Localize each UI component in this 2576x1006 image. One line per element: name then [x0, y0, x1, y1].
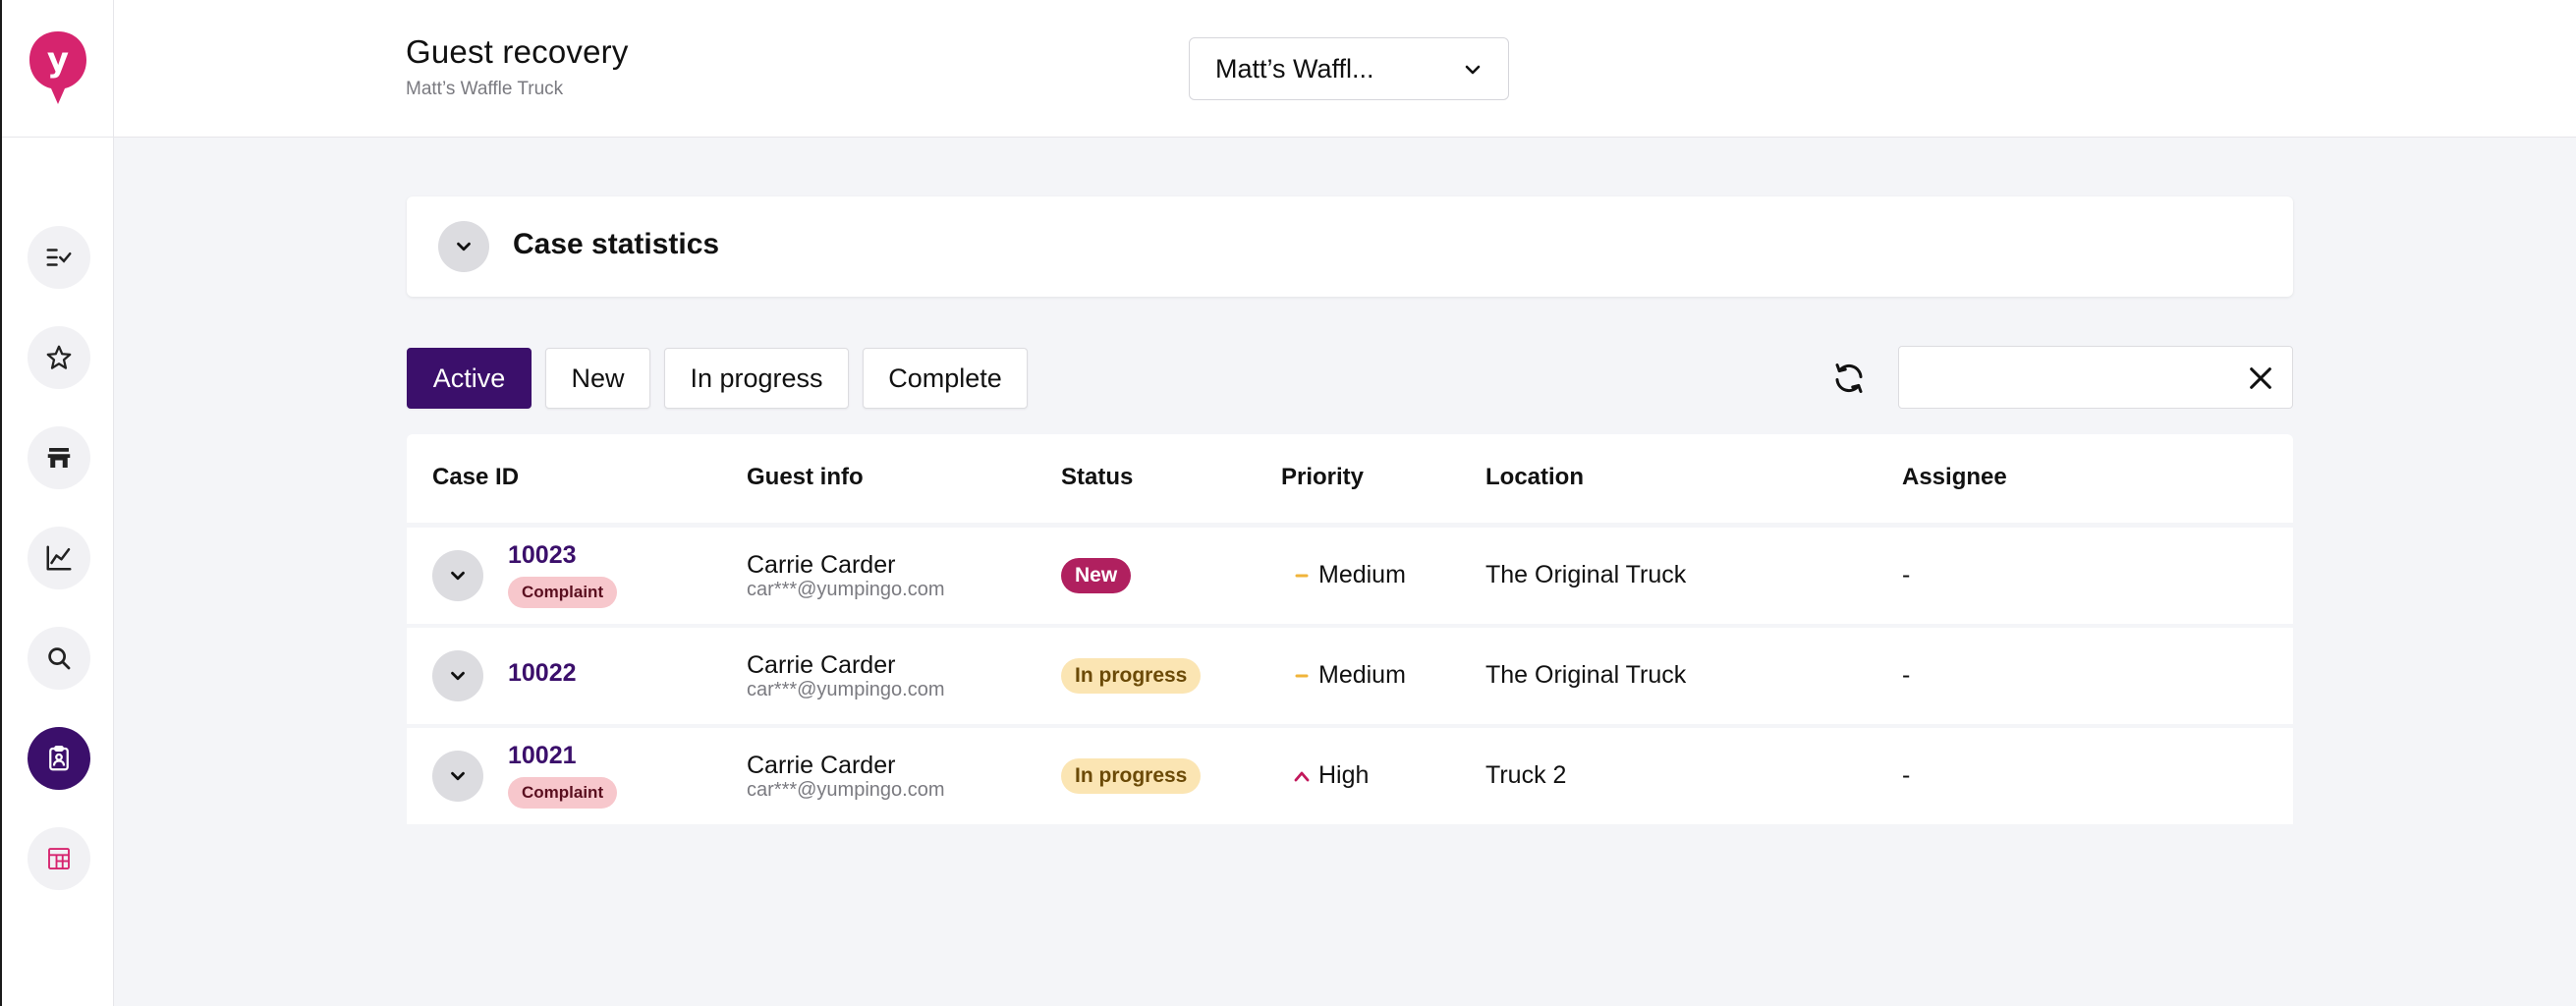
- nav-search-button[interactable]: [28, 627, 90, 690]
- row-expand-toggle[interactable]: [432, 550, 483, 601]
- complaint-tag: Complaint: [508, 777, 618, 809]
- nav-reports-button[interactable]: [28, 827, 90, 890]
- calendar-table-icon: [48, 848, 70, 869]
- guest-email: car***@yumpingo.com: [747, 779, 945, 801]
- nav-locations-button[interactable]: [28, 426, 90, 489]
- page-header: Guest recovery Matt’s Waffle Truck Matt’…: [114, 0, 2576, 138]
- complaint-tag: Complaint: [508, 577, 618, 608]
- chevron-down-icon: [451, 571, 465, 581]
- chevron-down-icon: [451, 771, 465, 781]
- location-select[interactable]: Matt’s Waffl...: [1189, 37, 1509, 100]
- location-cell: The Original Truck: [1485, 561, 1687, 588]
- guest-name: Carrie Carder: [747, 752, 896, 779]
- refresh-button[interactable]: [1825, 354, 1873, 403]
- column-header-guest-info[interactable]: Guest info: [747, 464, 864, 491]
- guest-email: car***@yumpingo.com: [747, 679, 945, 700]
- priority-label: High: [1318, 761, 1370, 789]
- status-badge: New: [1061, 558, 1132, 593]
- priority-medium-icon: [1295, 674, 1309, 678]
- clipboard-user-icon: [49, 746, 69, 771]
- store-icon: [47, 448, 71, 468]
- page-title: Guest recovery: [406, 33, 629, 70]
- table-row[interactable]: 10023 Complaint Carrie Carder car***@yum…: [407, 528, 2293, 624]
- guest-email: car***@yumpingo.com: [747, 579, 945, 600]
- nav-tasks-button[interactable]: [28, 226, 90, 289]
- status-badge: In progress: [1061, 758, 1202, 794]
- column-header-location[interactable]: Location: [1485, 464, 1584, 491]
- nav-guest-recovery-button[interactable]: [28, 727, 90, 790]
- priority-label: Medium: [1318, 561, 1406, 588]
- guest-name: Carrie Carder: [747, 651, 896, 679]
- column-header-case-id[interactable]: Case ID: [432, 464, 519, 491]
- chevron-down-icon: [1465, 65, 1481, 75]
- status-badge: In progress: [1061, 658, 1202, 694]
- case-id-link[interactable]: 10023: [508, 541, 577, 570]
- column-header-status[interactable]: Status: [1061, 464, 1133, 491]
- row-expand-toggle[interactable]: [432, 650, 483, 701]
- location-cell: The Original Truck: [1485, 661, 1687, 689]
- row-expand-toggle[interactable]: [432, 751, 483, 802]
- table-row[interactable]: 10022 Carrie Carder car***@yumpingo.com …: [407, 628, 2293, 724]
- svg-text:y: y: [47, 40, 69, 80]
- priority-high-icon: [1294, 771, 1310, 782]
- chart-icon: [46, 545, 72, 571]
- table-header: Case ID Guest info Status Priority Locat…: [407, 434, 2293, 523]
- case-statistics-title: Case statistics: [513, 228, 720, 260]
- chevron-down-icon: [451, 671, 465, 681]
- nav-reviews-button[interactable]: [28, 326, 90, 389]
- location-cell: Truck 2: [1485, 761, 1567, 789]
- close-icon[interactable]: [2247, 364, 2274, 392]
- chevron-down-icon: [457, 242, 471, 252]
- checklist-icon: [46, 249, 72, 266]
- sidebar: y: [0, 0, 114, 1006]
- tab-new[interactable]: New: [545, 348, 650, 409]
- priority-label: Medium: [1318, 661, 1406, 689]
- assignee-cell: -: [1902, 761, 1911, 789]
- brand-logo[interactable]: y: [28, 29, 88, 108]
- cases-table: Case ID Guest info Status Priority Locat…: [407, 434, 2293, 829]
- guest-name: Carrie Carder: [747, 551, 896, 579]
- assignee-cell: -: [1902, 661, 1911, 689]
- case-statistics-toggle[interactable]: [438, 221, 489, 272]
- search-input[interactable]: [1911, 357, 2225, 400]
- assignee-cell: -: [1902, 561, 1911, 588]
- case-statistics-card: Case statistics: [407, 196, 2293, 297]
- tab-in-progress[interactable]: In progress: [664, 348, 849, 409]
- priority-medium-icon: [1295, 574, 1309, 578]
- case-id-link[interactable]: 10021: [508, 742, 577, 770]
- tab-active[interactable]: Active: [407, 348, 532, 409]
- column-header-assignee[interactable]: Assignee: [1902, 464, 2007, 491]
- tab-complete[interactable]: Complete: [863, 348, 1028, 409]
- search-icon: [48, 647, 71, 670]
- star-icon: [46, 345, 72, 369]
- table-row[interactable]: 10021 Complaint Carrie Carder car***@yum…: [407, 728, 2293, 824]
- search-field: [1898, 346, 2293, 409]
- logo-area: y: [2, 0, 114, 138]
- location-select-value: Matt’s Waffl...: [1215, 53, 1374, 84]
- refresh-icon: [1835, 363, 1863, 393]
- column-header-priority[interactable]: Priority: [1281, 464, 1364, 491]
- page-subtitle: Matt’s Waffle Truck: [406, 79, 564, 99]
- case-id-link[interactable]: 10022: [508, 659, 577, 688]
- nav-analytics-button[interactable]: [28, 527, 90, 589]
